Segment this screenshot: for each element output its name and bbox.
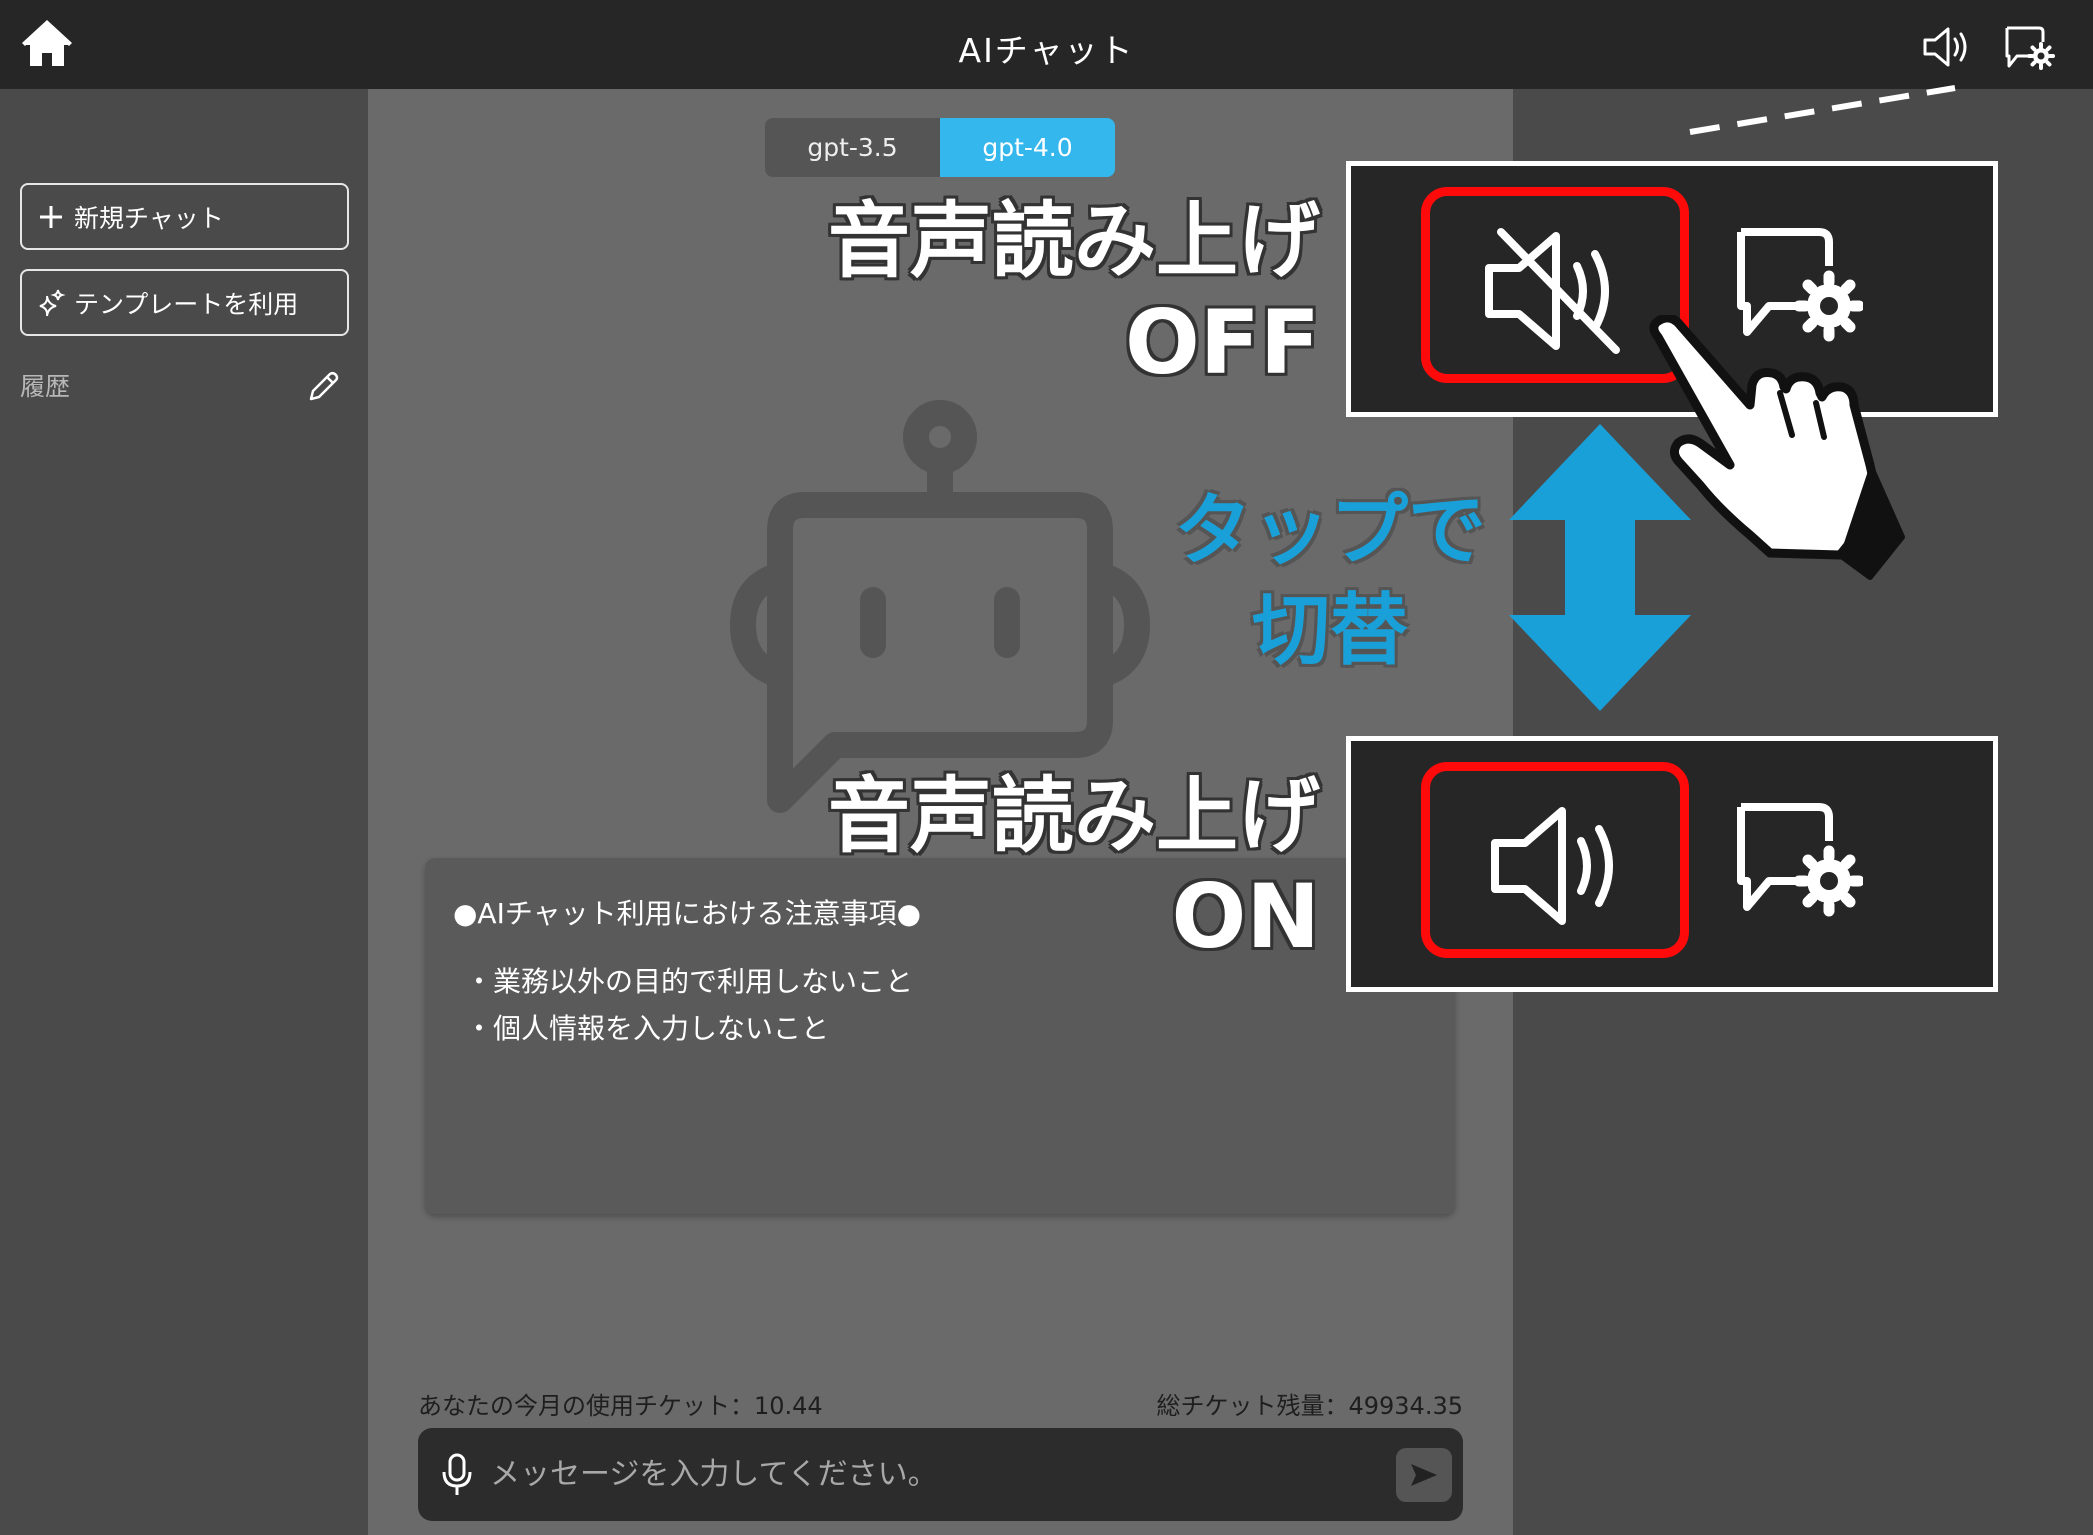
sidebar: 新規チャット テンプレートを利用 履歴	[0, 89, 368, 1535]
toggle-label: 切替	[1251, 586, 1408, 676]
notice-item: ・個人情報を入力しないこと	[465, 1012, 830, 1045]
pencil-icon[interactable]	[305, 369, 341, 405]
model-option-gpt-4-0[interactable]: gpt-4.0	[940, 118, 1115, 177]
sparkle-icon	[39, 289, 66, 316]
chat-settings-icon[interactable]	[2003, 24, 2055, 70]
chat-settings-icon	[1737, 803, 1863, 917]
top-bar: AIチャット	[0, 0, 2093, 89]
history-label: 履歴	[20, 372, 71, 401]
use-template-button[interactable]: テンプレートを利用	[20, 269, 349, 336]
use-template-label: テンプレートを利用	[74, 289, 299, 319]
new-chat-button[interactable]: 新規チャット	[20, 183, 349, 250]
speaker-icon	[1491, 807, 1613, 925]
send-button[interactable]	[1396, 1448, 1452, 1502]
speaker-off-state: OFF	[1124, 291, 1320, 394]
app-title: AIチャット	[958, 31, 1135, 70]
tap-to-toggle-label: タップで	[1173, 486, 1486, 576]
message-input-bar	[418, 1428, 1463, 1521]
monthly-ticket-usage: あなたの今月の使用チケット：10.44	[418, 1392, 823, 1420]
speaker-muted-icon	[1485, 228, 1620, 354]
speaker-on-state: ON	[1171, 865, 1320, 968]
robot-chat-icon	[730, 400, 1150, 813]
speaker-on-callout	[1346, 736, 1998, 992]
plus-icon	[40, 205, 62, 228]
model-selector: gpt-3.5 gpt-4.0	[765, 118, 1115, 177]
speaker-off-label: 音声読み上げ	[827, 194, 1320, 289]
message-input[interactable]	[490, 1446, 1370, 1502]
speaker-on-label: 音声読み上げ	[827, 769, 1320, 864]
speaker-icon[interactable]	[1920, 24, 1970, 70]
send-icon	[1411, 1464, 1437, 1486]
pointing-hand-icon	[1649, 315, 1905, 580]
microphone-icon[interactable]	[438, 1452, 476, 1498]
model-option-gpt-3-5[interactable]: gpt-3.5	[765, 118, 940, 177]
new-chat-label: 新規チャット	[74, 203, 224, 233]
total-ticket-remaining: 総チケット残量：49934.35	[1156, 1392, 1463, 1420]
